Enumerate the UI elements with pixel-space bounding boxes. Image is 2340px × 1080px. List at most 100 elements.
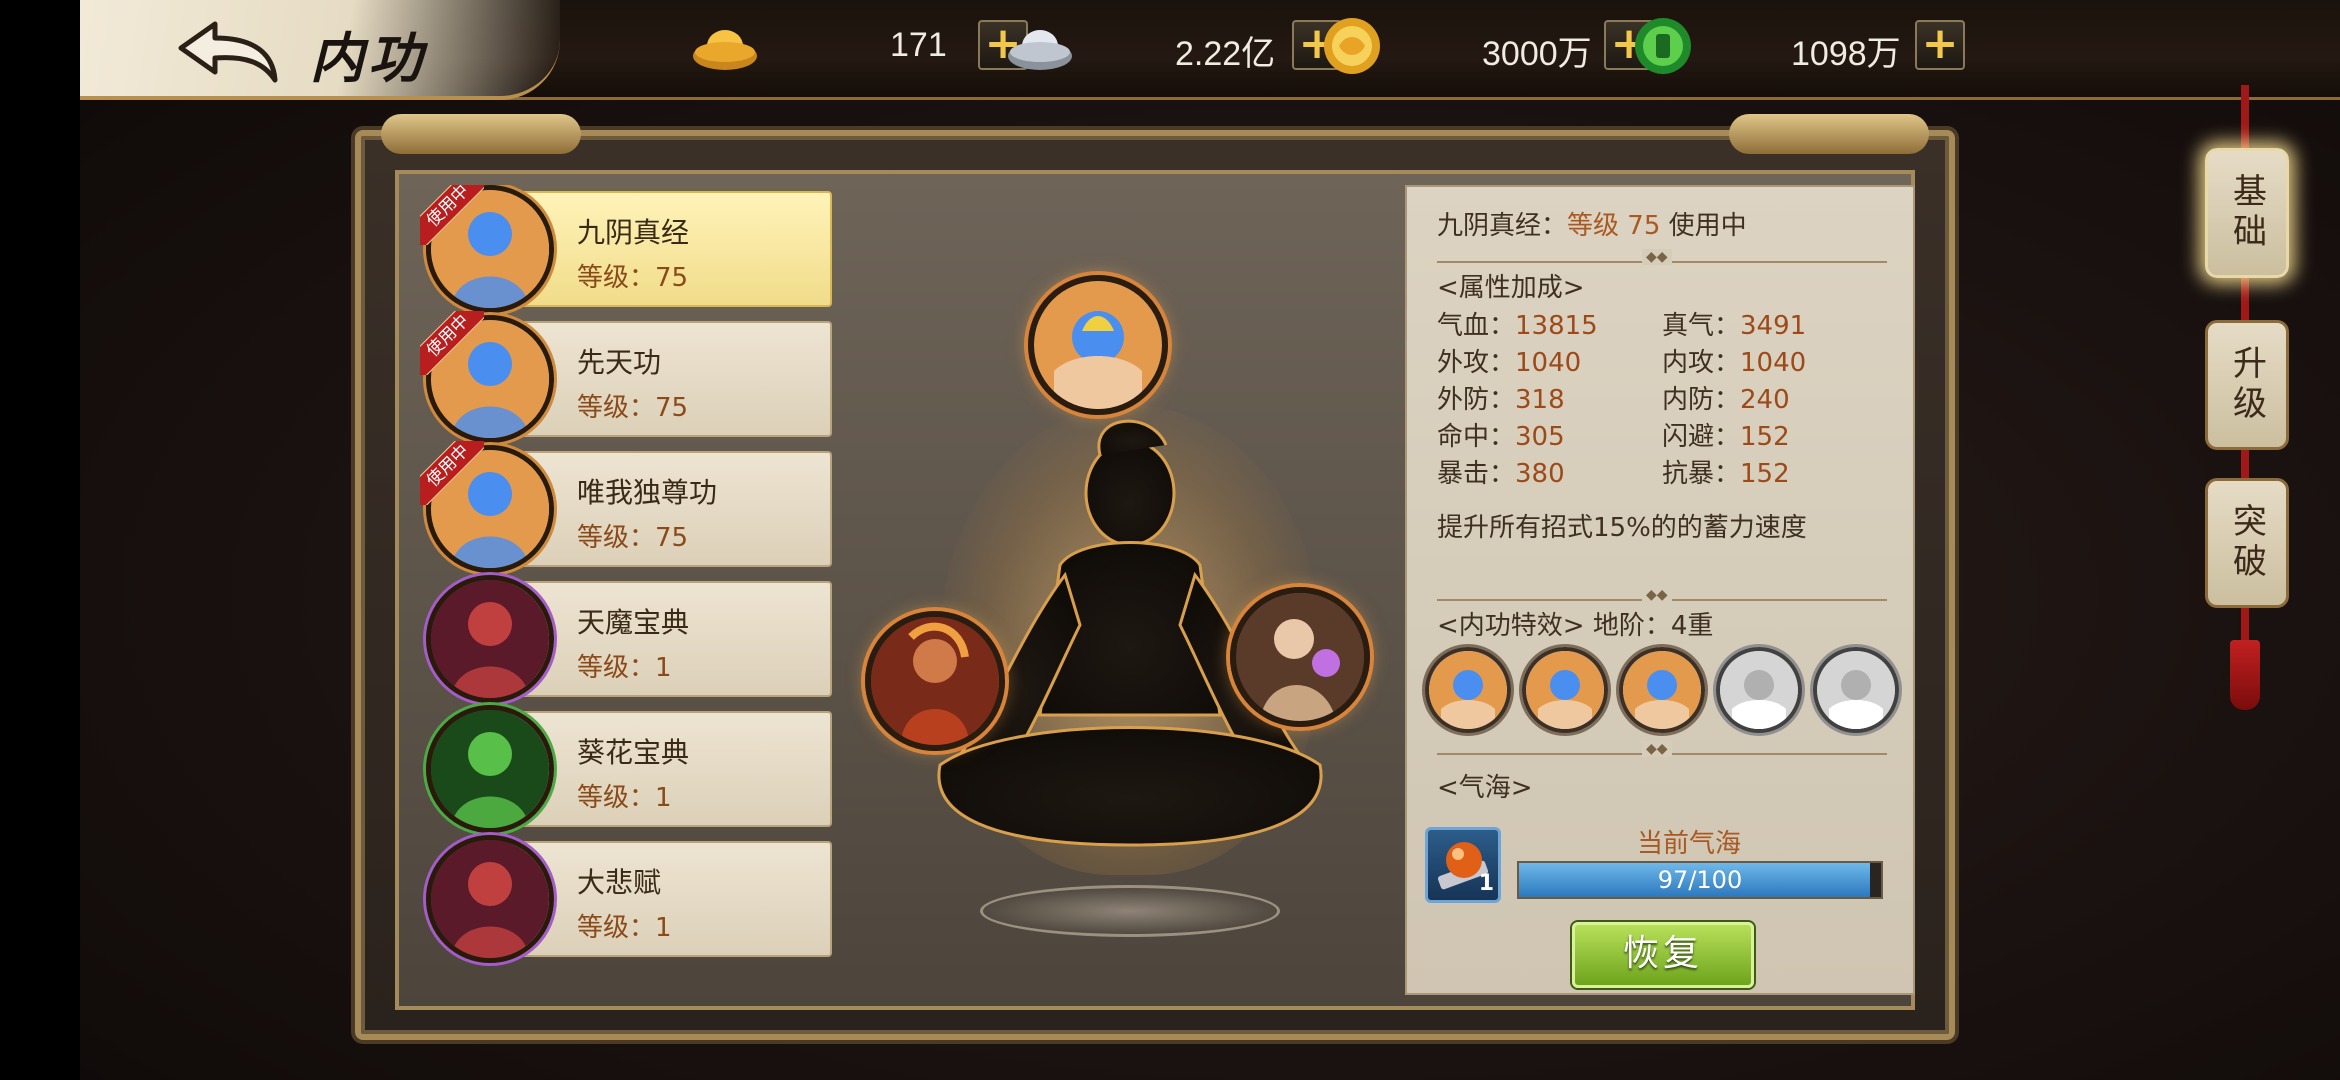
gong-level: 等级：1	[577, 913, 672, 943]
tab-upgrade[interactable]: 升级	[2205, 320, 2289, 450]
tab-upgrade-label: 升级	[2226, 345, 2267, 425]
stat-item: 命中：305	[1437, 416, 1565, 453]
add-jade-button[interactable]: +	[1915, 20, 1965, 70]
gong-portrait-icon[interactable]	[426, 705, 554, 833]
red-tassel	[2230, 640, 2260, 710]
frame-ornament-right	[1729, 114, 1929, 154]
attr-header: <属性加成>	[1437, 273, 1585, 303]
stat-label: 暴击：	[1437, 459, 1516, 489]
jade-coin-value: 1098万	[1791, 35, 1901, 73]
gong-card[interactable]: 九阴真经 等级：75	[510, 191, 832, 307]
effect-orb-unlocked-icon[interactable]	[1522, 647, 1608, 733]
stat-value: 1040	[1740, 348, 1807, 378]
gong-card[interactable]: 大悲赋等级：1	[510, 841, 832, 957]
qihai-progress-text: 97/100	[1657, 866, 1743, 894]
stat-item: 气血：13815	[1437, 305, 1598, 342]
stat-item: 真气：3491	[1662, 305, 1806, 342]
gong-portrait-icon[interactable]	[426, 835, 554, 963]
qihai-progress-bar: 97/100	[1517, 861, 1883, 899]
stat-value: 152	[1740, 422, 1790, 452]
stat-label: 外防：	[1437, 385, 1516, 415]
jade-coin-resource: 1098万 +	[1628, 12, 1968, 82]
stat-value: 1040	[1515, 348, 1582, 378]
gong-card[interactable]: 先天功等级：75	[510, 321, 832, 437]
gong-card[interactable]: 唯我独尊功等级：75	[510, 451, 832, 567]
gold-ingot-value: 171	[890, 26, 947, 64]
qihai-potion-item[interactable]: 1	[1425, 827, 1501, 903]
gong-card[interactable]: 葵花宝典等级：1	[510, 711, 832, 827]
detail-title-name: 九阴真经：	[1437, 211, 1568, 241]
gong-level: 等级：75	[577, 523, 689, 553]
stat-item: 暴击：380	[1437, 453, 1565, 490]
warrior-portrait-icon	[871, 617, 999, 745]
gong-name: 天魔宝典	[577, 606, 690, 639]
stat-label: 抗暴：	[1662, 459, 1741, 489]
in-use-ribbon: 使用中	[420, 441, 484, 505]
neigong-list[interactable]: 九阴真经 等级：75 使用中 先天功 等级：75 使用中 唯我独尊功 等级：75 使用中 天魔宝典…	[420, 185, 840, 995]
gong-name: 大悲赋	[577, 866, 662, 899]
stat-label: 气血：	[1437, 311, 1516, 341]
stat-value: 380	[1515, 459, 1565, 489]
effect-tier: 地阶：4重	[1592, 611, 1714, 641]
effect-orb-locked-icon[interactable]	[1716, 647, 1802, 733]
in-use-label: 使用中	[420, 311, 484, 375]
gold-ingot-resource: 171 +	[690, 12, 1030, 82]
gong-name: 唯我独尊功	[577, 476, 718, 509]
detail-panel: 九阴真经：等级 75 使用中 <属性加成> 气血：13815 真气：3491 外攻：…	[1405, 185, 1915, 995]
stat-label: 外攻：	[1437, 348, 1516, 378]
page-title: 内功	[310, 26, 426, 90]
top-bar: 内功 171 + 2.22亿 + 3000万 + 1098万 +	[80, 0, 2340, 100]
gong-name: 先天功	[577, 346, 662, 379]
effect-header: <内功特效> 地阶：4重	[1437, 605, 1713, 642]
in-use-ribbon: 使用中	[420, 185, 484, 245]
gong-portrait-icon[interactable]	[426, 575, 554, 703]
stat-item: 闪避：152	[1662, 416, 1790, 453]
meditation-area	[850, 185, 1410, 995]
back-arrow-icon	[178, 21, 278, 83]
gold-ingot-icon	[693, 30, 757, 70]
bonus-text: 提升所有招式15%的的蓄力速度	[1437, 513, 1807, 543]
jade-coin-icon	[1635, 18, 1691, 74]
gong-level: 等级：75	[577, 393, 689, 423]
gong-card[interactable]: 天魔宝典等级：1	[510, 581, 832, 697]
in-use-ribbon: 使用中	[420, 311, 484, 375]
tab-basic-label: 基础	[2226, 173, 2267, 253]
stat-value: 318	[1515, 385, 1565, 415]
divider	[1437, 587, 1887, 603]
stat-label: 闪避：	[1662, 422, 1741, 452]
stat-label: 内防：	[1662, 385, 1741, 415]
gong-name: 葵花宝典	[577, 736, 690, 769]
gong-list-item[interactable]: 天魔宝典等级：1	[420, 575, 840, 703]
gong-list-item[interactable]: 九阴真经 等级：75 使用中	[420, 185, 840, 313]
gong-name: 九阴真经	[577, 216, 690, 249]
equipped-slot-left[interactable]	[865, 611, 1005, 751]
equipped-slot-top[interactable]	[1028, 275, 1168, 415]
silver-ingot-resource: 2.22亿 +	[1005, 12, 1345, 82]
tab-breakthrough-label: 突破	[2226, 503, 2267, 583]
restore-button[interactable]: 恢复	[1572, 922, 1754, 988]
gong-level: 等级：1	[577, 783, 672, 813]
copper-coin-value: 3000万	[1482, 35, 1592, 73]
stat-label: 真气：	[1662, 311, 1741, 341]
gold-coin-icon	[1324, 18, 1380, 74]
gong-list-item[interactable]: 先天功等级：75 使用中	[420, 311, 840, 443]
divider	[1437, 249, 1887, 265]
detail-title: 九阴真经：等级 75 使用中	[1437, 205, 1747, 242]
stat-value: 3491	[1740, 311, 1807, 341]
equipped-slot-right[interactable]	[1230, 587, 1370, 727]
gong-level: 等级：1	[577, 653, 672, 683]
qihai-label: 当前气海	[1637, 829, 1742, 859]
tab-breakthrough[interactable]: 突破	[2205, 478, 2289, 608]
gong-list-item[interactable]: 葵花宝典等级：1	[420, 705, 840, 833]
qihai-header: <气海>	[1437, 773, 1533, 803]
stat-item: 内防：240	[1662, 379, 1790, 416]
effect-orb-unlocked-icon[interactable]	[1425, 647, 1511, 733]
effect-orb-locked-icon[interactable]	[1813, 647, 1899, 733]
gong-list-item[interactable]: 大悲赋等级：1	[420, 835, 840, 963]
back-button[interactable]	[175, 18, 285, 84]
stat-label: 命中：	[1437, 422, 1516, 452]
tab-basic[interactable]: 基础	[2205, 148, 2289, 278]
stat-value: 240	[1740, 385, 1790, 415]
effect-orb-unlocked-icon[interactable]	[1619, 647, 1705, 733]
gong-list-item[interactable]: 唯我独尊功等级：75 使用中	[420, 441, 840, 573]
